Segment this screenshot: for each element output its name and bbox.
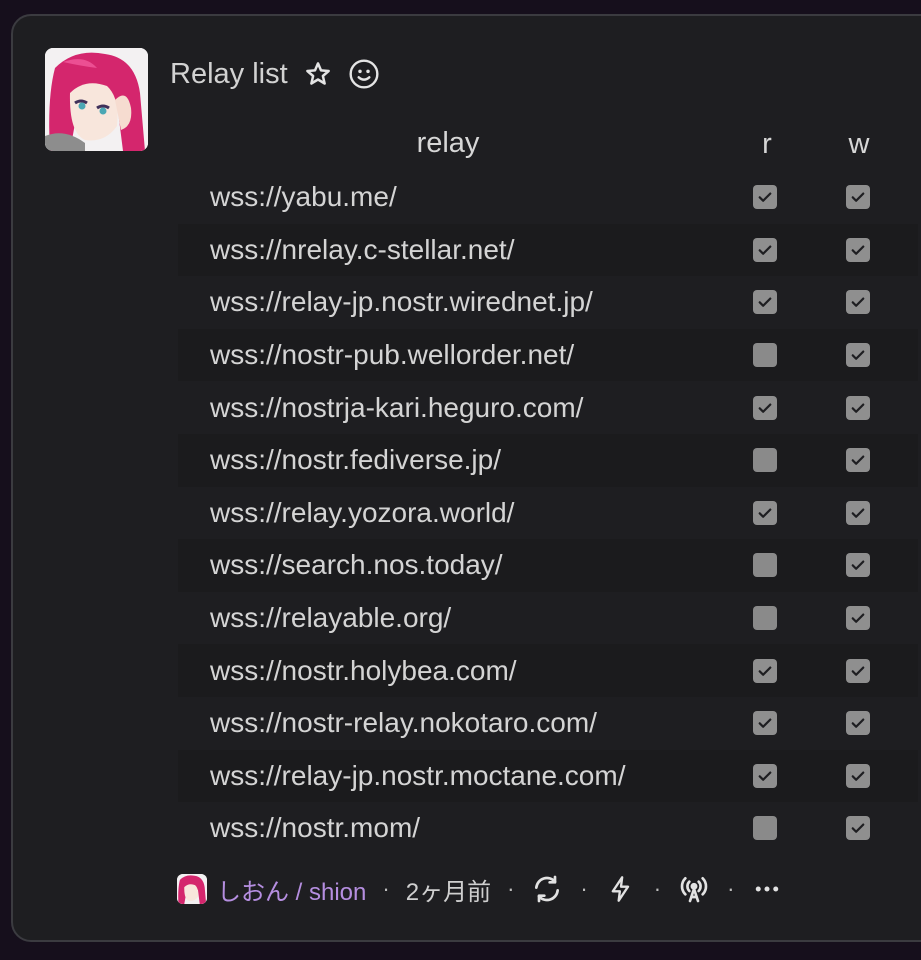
relay-url: wss://yabu.me/ [210,181,397,213]
relay-url: wss://relay.yozora.world/ [210,496,515,528]
avatar-image [45,48,148,151]
read-checkbox[interactable] [753,185,777,210]
read-checkbox[interactable] [753,553,777,578]
write-checkbox[interactable] [846,343,870,368]
table-row: wss://relay-jp.nostr.moctane.com/ [178,749,918,803]
write-checkbox[interactable] [846,290,870,315]
write-checkbox[interactable] [846,185,870,210]
more-icon[interactable] [750,872,784,906]
event-title: Relay list [170,57,288,90]
header-read: r [762,128,772,160]
smiley-icon[interactable] [348,58,380,90]
table-row: wss://relay.yozora.world/ [178,486,918,540]
relay-url: wss://nostr.fediverse.jp/ [210,444,502,476]
read-checkbox[interactable] [753,500,777,525]
repost-icon[interactable] [530,872,564,906]
relay-url: wss://nostr.holybea.com/ [210,654,517,686]
write-checkbox[interactable] [846,606,870,631]
relay-url: wss://nostr-relay.nokotaro.com/ [210,707,597,739]
write-checkbox[interactable] [846,763,870,788]
event-header: Relay list [170,52,380,96]
relay-url: wss://nrelay.c-stellar.net/ [210,233,515,265]
separator: · [580,876,588,901]
author-avatar[interactable] [177,874,207,904]
table-row: wss://relayable.org/ [178,591,918,645]
read-checkbox[interactable] [753,711,777,736]
zap-icon[interactable] [604,872,638,906]
relay-url: wss://relay-jp.nostr.moctane.com/ [210,759,626,791]
author-name[interactable]: しおん / shion [217,872,366,907]
read-checkbox[interactable] [753,606,777,631]
table-row: wss://yabu.me/ [178,171,918,224]
event-footer: しおん / shion · 2ヶ月前 · · · · [177,872,784,906]
relay-url: wss://relay-jp.nostr.wirednet.jp/ [210,286,593,318]
separator: · [653,876,662,901]
table-row: wss://relay-jp.nostr.wirednet.jp/ [178,276,918,329]
separator: · [727,876,735,901]
read-checkbox[interactable] [753,816,777,841]
write-checkbox[interactable] [846,816,870,841]
relay-url: wss://relayable.org/ [210,602,452,634]
read-checkbox[interactable] [753,658,777,683]
header-write: w [848,128,870,160]
star-icon[interactable] [302,58,334,90]
read-checkbox[interactable] [753,343,777,368]
table-row: wss://nostr.mom/ [178,802,918,855]
relay-url: wss://nostr-pub.wellorder.net/ [210,339,575,371]
table-row: wss://nostrja-kari.heguro.com/ [178,381,918,434]
timestamp[interactable]: 2ヶ月前 [406,872,491,907]
table-row: wss://nostr-relay.nokotaro.com/ [178,696,918,750]
relay-table: relay r w wss://yabu.me/wss://nrelay.c-s… [178,116,918,855]
avatar[interactable] [45,48,148,151]
write-checkbox[interactable] [846,711,870,736]
write-checkbox[interactable] [846,448,870,473]
table-row: wss://nostr.fediverse.jp/ [178,433,918,487]
write-checkbox[interactable] [846,237,870,262]
write-checkbox[interactable] [846,658,870,683]
table-row: wss://nostr-pub.wellorder.net/ [178,328,918,382]
relay-url: wss://nostr.mom/ [210,812,421,844]
write-checkbox[interactable] [846,500,870,525]
table-header: relay r w [178,116,918,171]
separator: · [382,876,390,901]
header-relay: relay [416,127,480,159]
broadcast-icon[interactable] [677,872,711,906]
separator: · [507,876,515,901]
read-checkbox[interactable] [753,237,777,262]
read-checkbox[interactable] [753,395,777,420]
table-row: wss://nrelay.c-stellar.net/ [178,223,918,277]
relay-url: wss://nostrja-kari.heguro.com/ [210,391,584,423]
table-row: wss://nostr.holybea.com/ [178,644,918,697]
read-checkbox[interactable] [753,448,777,473]
table-body: wss://yabu.me/wss://nrelay.c-stellar.net… [178,171,918,855]
write-checkbox[interactable] [846,395,870,420]
write-checkbox[interactable] [846,553,870,578]
read-checkbox[interactable] [753,763,777,788]
read-checkbox[interactable] [753,290,777,315]
table-row: wss://search.nos.today/ [178,539,918,592]
relay-url: wss://search.nos.today/ [210,549,503,581]
